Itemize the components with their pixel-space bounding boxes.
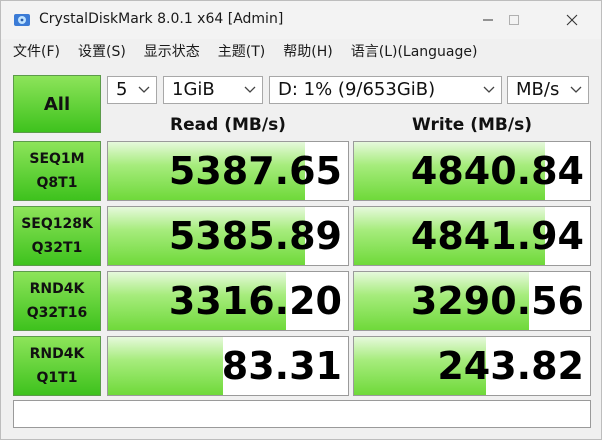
write-result-seq1m-q8t1: 4840.84 [353,141,591,201]
read-value: 83.31 [221,344,342,388]
title-bar: CrystalDiskMark 8.0.1 x64 [Admin] [1,1,601,39]
test-button-line2: Q1T1 [36,370,78,386]
unit-select[interactable]: MB/s [507,76,589,104]
test-button-seq1m-q8t1[interactable]: SEQ1M Q8T1 [13,141,101,201]
chevron-down-icon [570,86,582,93]
close-button[interactable] [551,5,593,35]
read-result-seq128k-q32t1: 5385.89 [107,206,349,266]
drive-value: D: 1% (9/653GiB) [278,79,436,100]
read-progress-bar [108,337,224,395]
test-button-line1: RND4K [29,346,85,362]
test-button-line2: Q8T1 [36,175,78,191]
read-result-rnd4k-q1t1: 83.31 [107,336,349,396]
drive-select[interactable]: D: 1% (9/653GiB) [269,76,502,104]
write-column-header: Write (MB/s) [412,115,532,135]
close-icon [566,14,578,26]
unit-value: MB/s [516,79,560,100]
menu-language[interactable]: 语言(L)(Language) [345,40,484,64]
test-button-rnd4k-q32t16[interactable]: RND4K Q32T16 [13,271,101,331]
test-button-seq128k-q32t1[interactable]: SEQ128K Q32T1 [13,206,101,266]
test-size-value: 1GiB [172,79,215,100]
write-value: 4840.84 [410,149,584,193]
write-value: 3290.56 [410,279,584,323]
comment-field[interactable] [13,400,591,428]
read-value: 3316.20 [168,279,342,323]
test-count-value: 5 [116,79,128,100]
menu-settings[interactable]: 设置(S) [72,40,132,64]
test-size-select[interactable]: 1GiB [163,76,263,104]
read-result-rnd4k-q32t16: 3316.20 [107,271,349,331]
chevron-down-icon [483,86,495,93]
menu-file[interactable]: 文件(F) [7,40,66,64]
menu-help[interactable]: 帮助(H) [277,40,338,64]
write-result-rnd4k-q32t16: 3290.56 [353,271,591,331]
write-result-rnd4k-q1t1: 243.82 [353,336,591,396]
app-window: CrystalDiskMark 8.0.1 x64 [Admin] 文件(F) … [0,0,602,440]
write-value: 4841.94 [410,214,584,258]
test-button-line1: SEQ128K [21,216,93,232]
read-value: 5387.65 [168,149,342,193]
test-button-line2: Q32T1 [31,240,83,256]
test-count-select[interactable]: 5 [107,76,157,104]
write-result-seq128k-q32t1: 4841.94 [353,206,591,266]
test-button-line1: SEQ1M [29,151,85,167]
maximize-icon [509,15,519,25]
test-button-line1: RND4K [29,281,85,297]
menu-theme[interactable]: 主题(T) [212,40,271,64]
all-button[interactable]: All [13,75,101,133]
test-button-rnd4k-q1t1[interactable]: RND4K Q1T1 [13,336,101,396]
read-value: 5385.89 [168,214,342,258]
read-result-seq1m-q8t1: 5387.65 [107,141,349,201]
menu-display[interactable]: 显示状态 [138,40,206,64]
chevron-down-icon [138,86,150,93]
test-button-line2: Q32T16 [26,305,88,321]
maximize-button[interactable] [493,5,535,35]
window-title: CrystalDiskMark 8.0.1 x64 [Admin] [39,11,284,27]
menu-bar: 文件(F) 设置(S) 显示状态 主题(T) 帮助(H) 语言(L)(Langu… [1,39,601,65]
chevron-down-icon [244,86,256,93]
write-value: 243.82 [437,344,584,388]
read-column-header: Read (MB/s) [170,115,286,135]
crystaldiskmark-icon [14,14,30,26]
